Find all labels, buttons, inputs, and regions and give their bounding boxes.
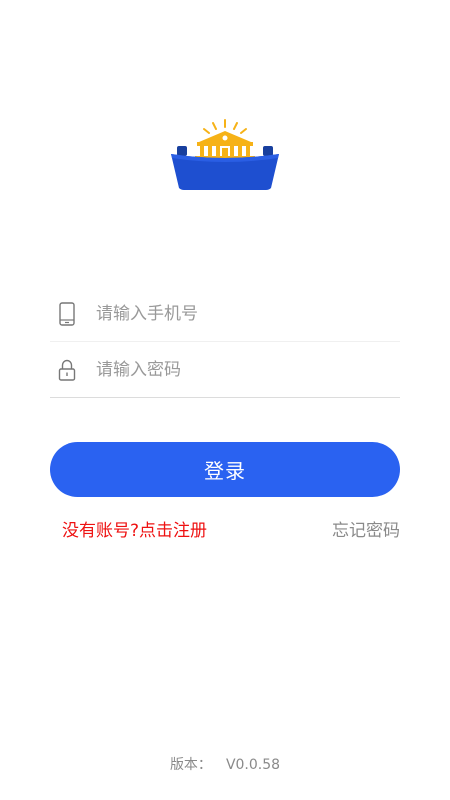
phone-field: [50, 286, 400, 342]
login-button[interactable]: 登录: [50, 442, 400, 497]
register-link[interactable]: 没有账号?点击注册: [62, 516, 207, 541]
forgot-password-link[interactable]: 忘记密码: [332, 516, 400, 541]
version-value: V0.0.58: [225, 757, 281, 773]
app-logo: [171, 119, 279, 190]
phone-icon: [50, 286, 84, 342]
password-field: [50, 342, 400, 398]
password-input[interactable]: [96, 349, 386, 390]
version-label: 版本：: [169, 757, 212, 773]
login-page: 登录 没有账号?点击注册 忘记密码 版本： V0.0.58: [0, 0, 450, 800]
version-info: 版本： V0.0.58: [0, 754, 450, 774]
lock-icon: [50, 342, 84, 398]
phone-input[interactable]: [96, 293, 386, 334]
